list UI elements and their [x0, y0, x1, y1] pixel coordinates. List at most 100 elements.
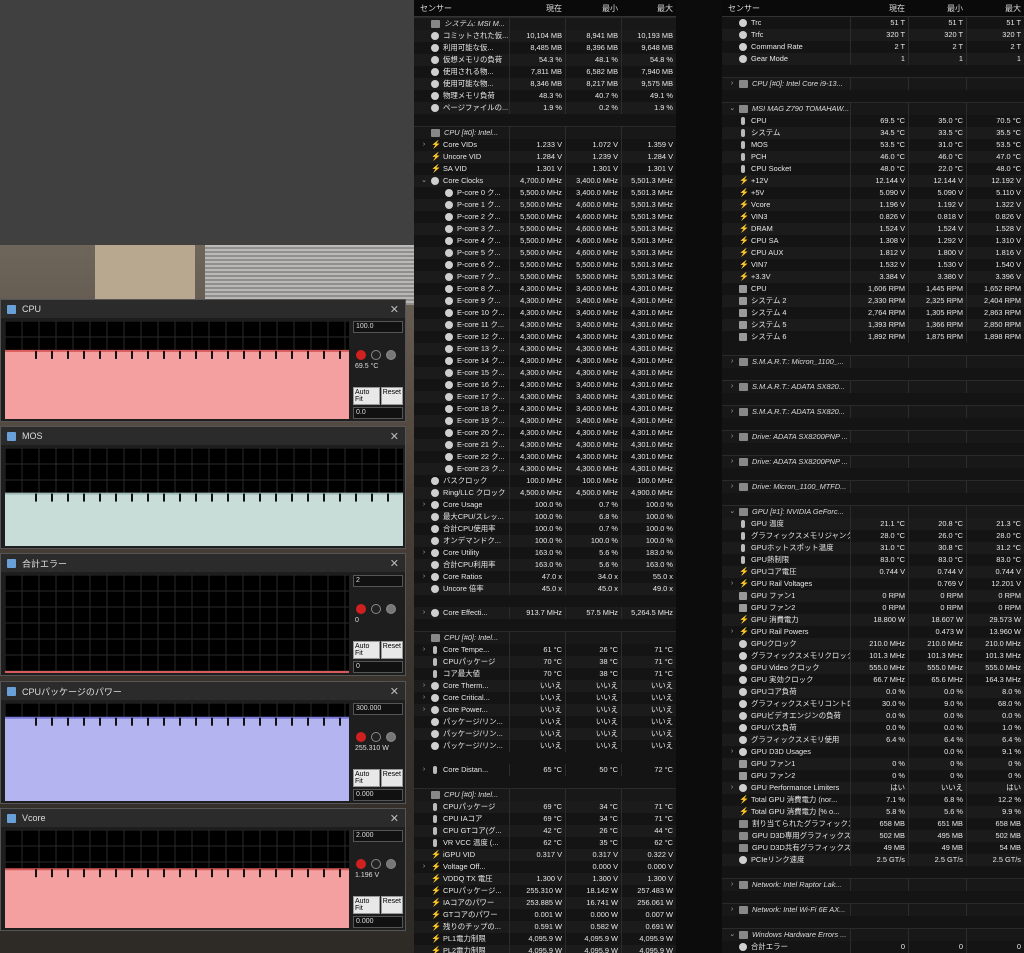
sensor-row[interactable]: CPU 69.5 °C 35.0 °C 70.5 °C	[722, 115, 1024, 127]
expand-chevron-icon[interactable]: ›	[420, 139, 428, 151]
color-option-radio[interactable]	[386, 604, 396, 614]
sensor-row[interactable]: Trc 51 T 51 T 51 T	[722, 17, 1024, 29]
graph-window[interactable]: MOS ✕	[0, 426, 406, 549]
sensor-row[interactable]: P-core 0 ク... 5,500.0 MHz 3,400.0 MHz 5,501…	[414, 187, 676, 199]
collapse-chevron-icon[interactable]: ⌄	[728, 929, 736, 941]
sensor-row[interactable]: ⚡ Total GPU 消費電力 [% o... 5.8 % 5.6 % 9.9 %	[722, 806, 1024, 818]
color-option-radio[interactable]	[371, 859, 381, 869]
sensor-row[interactable]: GPUコア負荷 0.0 % 0.0 % 8.0 %	[722, 686, 1024, 698]
sensor-row[interactable]: コア最大値 70 °C 38 °C 71 °C	[414, 668, 676, 680]
sensor-row[interactable]: PCH 46.0 °C 46.0 °C 47.0 °C	[722, 151, 1024, 163]
sensor-row[interactable]: CPU 1,606 RPM 1,445 RPM 1,652 RPM	[722, 283, 1024, 295]
sensor-row[interactable]: グラフィックスメモリジャンクシ...28.0 °C26.0 °C28.0 °C	[722, 530, 1024, 542]
reset-button[interactable]: Reset	[380, 896, 403, 914]
sensor-group-header[interactable]: システム: MSI M...	[414, 17, 676, 30]
expand-chevron-icon[interactable]: ›	[728, 782, 736, 794]
sensor-row[interactable]: ⚡ IAコアのパワー 253.885 W 16.741 W 256.061 W	[414, 897, 676, 909]
sensor-row[interactable]: E-core 11 ク... 4,300.0 MHz 3,400.0 MHz 4,30…	[414, 319, 676, 331]
sensor-row[interactable]: Trfc 320 T 320 T 320 T	[722, 29, 1024, 41]
graph-max-value[interactable]: 300.000	[353, 703, 403, 715]
sensor-group-header[interactable]: › S.M.A.R.T.: ADATA SX820...	[722, 380, 1024, 393]
sensor-row[interactable]: P-core 5 ク... 5,500.0 MHz 4,600.0 MHz 5,501…	[414, 247, 676, 259]
sensor-row[interactable]: GPU熱制限 83.0 °C 83.0 °C 83.0 °C	[722, 554, 1024, 566]
expand-chevron-icon[interactable]: ›	[420, 764, 428, 776]
sensor-row[interactable]: CPU GTコア(グ... 42 °C 26 °C 44 °C	[414, 825, 676, 837]
graph-window[interactable]: 合計エラー ✕ 2 0 Auto Fit Reset 0	[0, 553, 406, 676]
sensor-group-header[interactable]: › Drive: ADATA SX8200PNP ...	[722, 455, 1024, 468]
sensor-group-header[interactable]: › Network: Intel Wi-Fi 6E AX...	[722, 903, 1024, 916]
graph-title-bar[interactable]: MOS ✕	[1, 427, 405, 445]
sensor-row[interactable]: CPU IAコア 69 °C 34 °C 71 °C	[414, 813, 676, 825]
sensor-row[interactable]: ⚡ PL1電力制限 4,095.9 W 4,095.9 W 4,095.9 W	[414, 933, 676, 945]
color-option-radio[interactable]	[371, 604, 381, 614]
column-max[interactable]: 最大	[621, 3, 676, 14]
column-sensor[interactable]: センサー	[414, 3, 509, 14]
sensor-row[interactable]: › ⚡ Core VIDs 1.233 V 1.072 V 1.359 V	[414, 139, 676, 151]
sensor-row[interactable]: Command Rate 2 T2 T2 T	[722, 41, 1024, 53]
sensor-row[interactable]: ⚡ CPU AUX 1.812 V 1.800 V 1.816 V	[722, 247, 1024, 259]
graph-window[interactable]: CPU ✕ 100.0 69.5 °C Auto Fit Reset 0.0	[0, 299, 406, 422]
graph-window[interactable]: Vcore ✕ 2.000 1.196 V Auto Fit Reset 0.0…	[0, 808, 406, 931]
sensor-row[interactable]: E-core 14 ク... 4,300.0 MHz 4,300.0 MHz 4,30…	[414, 355, 676, 367]
auto-fit-button[interactable]: Auto Fit	[353, 896, 380, 914]
sensor-group-header[interactable]: › S.M.A.R.T.: Micron_1100_...	[722, 355, 1024, 368]
sensor-row[interactable]: システム 2 2,330 RPM 2,325 RPM 2,404 RPM	[722, 295, 1024, 307]
sensor-row[interactable]: 最大CPU/スレッ... 100.0 % 6.8 % 100.0 %	[414, 511, 676, 523]
sensor-row[interactable]: MOS 53.5 °C 31.0 °C 53.5 °C	[722, 139, 1024, 151]
color-red-radio[interactable]	[356, 350, 366, 360]
sensor-row[interactable]: 使用される物... 7,811 MB 6,582 MB 7,940 MB	[414, 66, 676, 78]
sensor-row[interactable]: GPUビデオエンジンの負荷 0.0 % 0.0 % 0.0 %	[722, 710, 1024, 722]
sensor-row[interactable]: E-core 17 ク... 4,300.0 MHz 3,400.0 MHz 4,30…	[414, 391, 676, 403]
graph-title-bar[interactable]: Vcore ✕	[1, 809, 405, 827]
sensor-row[interactable]: 合計CPU利用率 163.0 % 5.6 % 163.0 %	[414, 559, 676, 571]
sensor-row[interactable]: オンデマンドク... 100.0 % 100.0 % 100.0 %	[414, 535, 676, 547]
auto-fit-button[interactable]: Auto Fit	[353, 769, 380, 787]
sensor-row[interactable]: ⚡ 残りのチップの... 0.591 W 0.582 W 0.691 W	[414, 921, 676, 933]
graph-window[interactable]: CPUパッケージのパワー ✕ 300.000 255.310 W Auto Fi…	[0, 681, 406, 804]
sensor-row[interactable]: › Core Power... いいえ いいえ いいえ	[414, 704, 676, 716]
sensor-row[interactable]: ⚡ GTコアのパワー 0.001 W 0.000 W 0.007 W	[414, 909, 676, 921]
close-icon[interactable]: ✕	[390, 685, 399, 698]
close-icon[interactable]: ✕	[390, 812, 399, 825]
column-min[interactable]: 最小	[908, 3, 966, 14]
sensor-row[interactable]: GPU Video クロック 555.0 MHz 555.0 MHz 555.0 MH…	[722, 662, 1024, 674]
sensor-row[interactable]: 利用可能な仮... 8,485 MB 8,396 MB 9,648 MB	[414, 42, 676, 54]
sensor-row[interactable]: GPU D3D専用グラフィックス... 502 MB 495 MB 502 MB	[722, 830, 1024, 842]
sensor-row[interactable]: ⚡ Uncore VID 1.284 V 1.239 V 1.284 V	[414, 151, 676, 163]
graph-title-bar[interactable]: CPUパッケージのパワー ✕	[1, 682, 405, 700]
collapse-chevron-icon[interactable]: ⌄	[420, 175, 428, 187]
sensor-group-header[interactable]: CPU [#0]: Intel...	[414, 788, 676, 801]
graph-min-value[interactable]: 0.0	[353, 407, 403, 419]
sensor-row[interactable]: › ⚡ GPU Rail Voltages 0.769 V 12.201 V	[722, 578, 1024, 590]
close-icon[interactable]: ✕	[390, 557, 399, 570]
sensor-row[interactable]: E-core 12 ク... 4,300.0 MHz 4,300.0 MHz 4,30…	[414, 331, 676, 343]
sensor-group-header[interactable]: › Network: Intel Raptor Lak...	[722, 878, 1024, 891]
sensor-row[interactable]: システム 34.5 °C 33.5 °C 35.5 °C	[722, 127, 1024, 139]
sensor-row[interactable]: システム 5 1,393 RPM 1,366 RPM 2,850 RPM	[722, 319, 1024, 331]
graph-max-value[interactable]: 100.0	[353, 321, 403, 333]
expand-chevron-icon[interactable]: ›	[728, 78, 736, 90]
sensor-row[interactable]: ⚡ VDDQ TX 電圧 1.300 V 1.300 V 1.300 V	[414, 873, 676, 885]
column-sensor[interactable]: センサー	[722, 3, 850, 14]
expand-chevron-icon[interactable]: ›	[728, 578, 736, 590]
sensor-row[interactable]: P-core 2 ク... 5,500.0 MHz 4,600.0 MHz 5,501…	[414, 211, 676, 223]
expand-chevron-icon[interactable]: ›	[420, 607, 428, 619]
close-icon[interactable]: ✕	[390, 303, 399, 316]
column-min[interactable]: 最小	[565, 3, 621, 14]
sensor-row[interactable]: E-core 23 ク... 4,300.0 MHz 4,300.0 MHz 4,30…	[414, 463, 676, 475]
sensor-row[interactable]: パッケージ/リン... いいえ いいえ いいえ	[414, 740, 676, 752]
sensor-row[interactable]: パッケージ/リン... いいえ いいえ いいえ	[414, 728, 676, 740]
reset-button[interactable]: Reset	[380, 641, 403, 659]
sensor-group-header[interactable]: CPU [#0]: Intel...	[414, 126, 676, 139]
expand-chevron-icon[interactable]: ›	[420, 644, 428, 656]
sensor-row[interactable]: GPU ファン2 0 RPM 0 RPM 0 RPM	[722, 602, 1024, 614]
reset-button[interactable]: Reset	[380, 387, 403, 405]
expand-chevron-icon[interactable]: ›	[728, 456, 736, 468]
sensor-row[interactable]: E-core 21 ク... 4,300.0 MHz 4,300.0 MHz 4,30…	[414, 439, 676, 451]
sensor-row[interactable]: CPUパッケージ 70 °C 38 °C 71 °C	[414, 656, 676, 668]
expand-chevron-icon[interactable]: ›	[728, 431, 736, 443]
sensor-row[interactable]: E-core 20 ク... 4,300.0 MHz 4,300.0 MHz 4,30…	[414, 427, 676, 439]
graph-title-bar[interactable]: 合計エラー ✕	[1, 554, 405, 572]
expand-chevron-icon[interactable]: ›	[728, 904, 736, 916]
column-current[interactable]: 現在	[509, 3, 565, 14]
